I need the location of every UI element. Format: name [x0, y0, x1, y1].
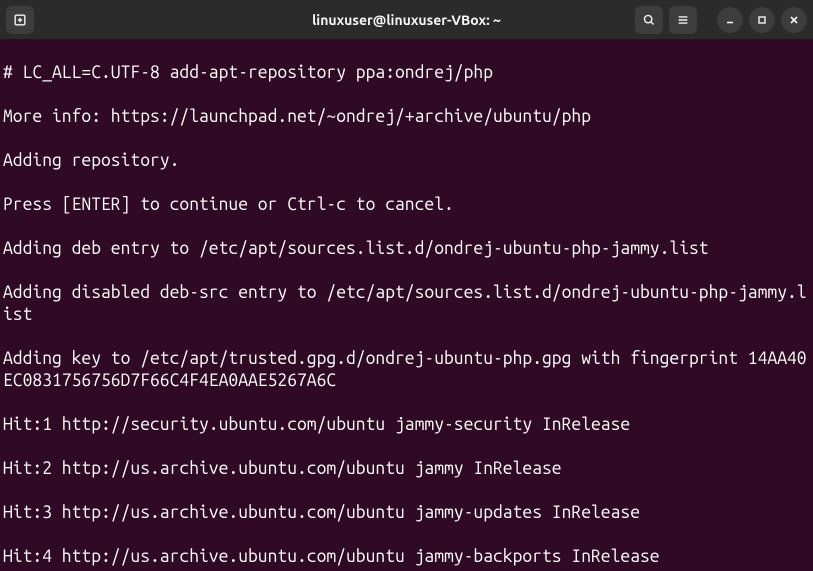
- output-line: More info: https://launchpad.net/~ondrej…: [3, 106, 810, 128]
- output-line: Adding repository.: [3, 150, 810, 172]
- output-line: Adding key to /etc/apt/trusted.gpg.d/ond…: [3, 348, 810, 392]
- titlebar: linuxuser@linuxuser-VBox: ~: [0, 0, 813, 40]
- new-tab-button[interactable]: [6, 6, 34, 34]
- output-line: Hit:4 http://us.archive.ubuntu.com/ubunt…: [3, 546, 810, 568]
- output-line: Hit:3 http://us.archive.ubuntu.com/ubunt…: [3, 502, 810, 524]
- output-line: Hit:1 http://security.ubuntu.com/ubuntu …: [3, 414, 810, 436]
- search-button[interactable]: [635, 6, 663, 34]
- terminal-body[interactable]: # LC_ALL=C.UTF-8 add-apt-repository ppa:…: [0, 40, 813, 571]
- output-line: Hit:2 http://us.archive.ubuntu.com/ubunt…: [3, 458, 810, 480]
- maximize-button[interactable]: [749, 7, 775, 33]
- output-line: Press [ENTER] to continue or Ctrl-c to c…: [3, 194, 810, 216]
- output-line: Adding deb entry to /etc/apt/sources.lis…: [3, 238, 810, 260]
- output-line: # LC_ALL=C.UTF-8 add-apt-repository ppa:…: [3, 62, 810, 84]
- menu-button[interactable]: [669, 6, 697, 34]
- minimize-button[interactable]: [717, 7, 743, 33]
- close-button[interactable]: [781, 7, 807, 33]
- output-line: Adding disabled deb-src entry to /etc/ap…: [3, 282, 810, 326]
